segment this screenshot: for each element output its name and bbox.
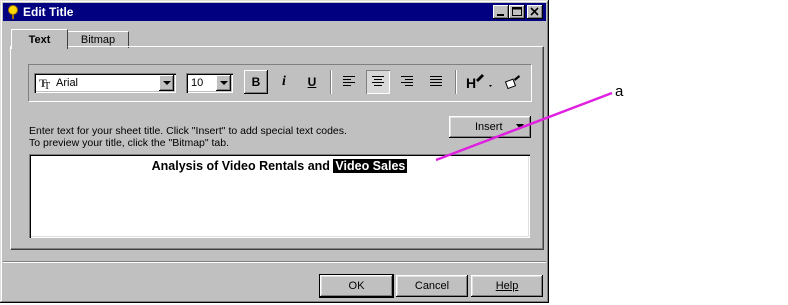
callout-label: a (615, 83, 624, 100)
tab-text[interactable]: Text (11, 29, 68, 49)
callout-arrow (435, 91, 613, 162)
